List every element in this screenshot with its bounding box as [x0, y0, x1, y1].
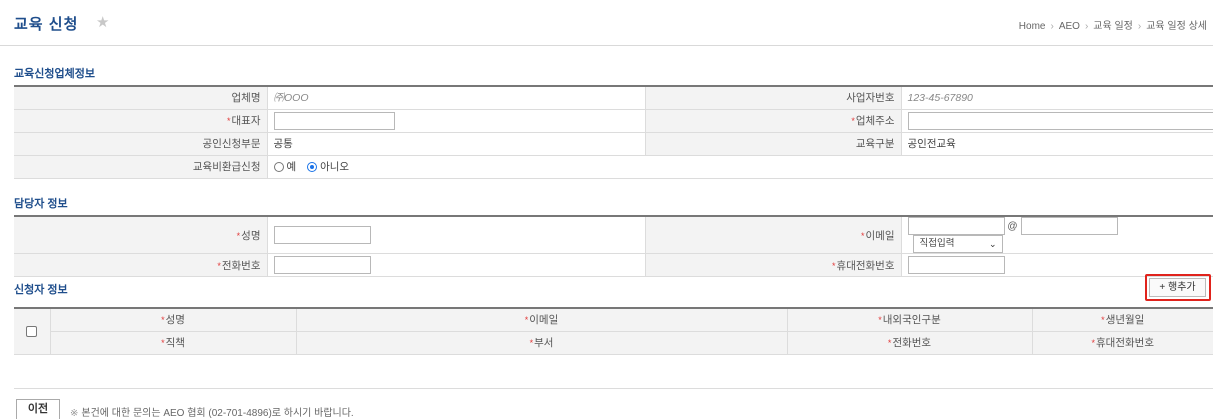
contact-info-table: *성명 *이메일 @직접입력 ⌄ *전화번호 *휴대전화번호 [14, 215, 1213, 277]
email-domain-select[interactable]: 직접입력 ⌄ [912, 235, 1003, 253]
email-id-input[interactable] [907, 217, 1005, 235]
refund-yes-radio[interactable] [273, 161, 284, 172]
notice-text: ※ 본건에 대한 문의는 AEO 협회 (02-701-4896)로 하시기 바랍… [70, 404, 354, 419]
edu-type-value: 공인전교육 [901, 132, 1213, 156]
table-header-row: *성명 *이메일 *내외국인구분 *생년월일 [14, 308, 1213, 355]
company-section-title: 교육신청업체정보 [14, 68, 95, 80]
required-mark: * [524, 315, 529, 326]
breadcrumb-aeo[interactable]: AEO [1059, 21, 1080, 32]
ceo-label: 대표자 [231, 115, 261, 127]
page-header: 교육 신청 ★ Home › AEO › 교육 일정 › 교육 일정 상세 [0, 0, 1213, 46]
table-row: 공인신청부문 공통 교육구분 공인전교육 [14, 132, 1213, 156]
required-mark: * [236, 230, 241, 241]
contact-mobile-input[interactable] [907, 256, 1005, 274]
select-all-checkbox[interactable] [26, 325, 38, 337]
prev-button[interactable]: 이전 [16, 399, 60, 419]
required-mark: * [217, 260, 221, 271]
required-mark: * [1101, 315, 1105, 326]
edu-type-label: 교육구분 [645, 132, 902, 156]
refund-no-radio[interactable] [307, 161, 318, 172]
refund-yes-label: 예 [286, 161, 297, 173]
required-mark: * [832, 260, 836, 271]
breadcrumb-schedule-detail: 교육 일정 상세 [1146, 21, 1207, 32]
contact-phone-label: 전화번호 [221, 259, 261, 272]
email-at-sign: @ [1007, 220, 1018, 232]
page-title: 교육 신청 [14, 16, 79, 33]
col-header-nationality: 내외국인구분 [882, 314, 941, 327]
address-input[interactable] [907, 111, 1213, 130]
required-mark: * [851, 116, 855, 126]
col-header-position: 직책 [165, 337, 185, 349]
email-domain-select-value: 직접입력 [919, 238, 955, 249]
chevron-down-icon: ⌄ [988, 239, 997, 249]
table-row: 교육비환급신청 예 아니오 [14, 155, 1213, 179]
required-mark: * [529, 338, 534, 348]
table-header-row: *직책 *부서 *전화번호 *휴대전화번호 [14, 331, 1213, 355]
contact-section-title: 담당자 정보 [14, 198, 68, 210]
biz-number-label: 사업자번호 [645, 86, 902, 110]
applicant-section-title: 신청자 정보 [14, 284, 68, 296]
breadcrumb: Home › AEO › 교육 일정 › 교육 일정 상세 [1019, 17, 1207, 32]
table-row: *대표자 *업체주소 [14, 109, 1213, 133]
col-header-mobile: 휴대전화번호 [1096, 337, 1154, 349]
table-row: 업체명 ㈜OOO 사업자번호 123-45-67890 [14, 86, 1213, 110]
add-row-button[interactable]: + 행추가 [1149, 278, 1206, 297]
company-name-value: ㈜OOO [273, 92, 309, 105]
chevron-right-icon: › [1084, 21, 1089, 32]
breadcrumb-schedule[interactable]: 교육 일정 [1093, 21, 1133, 32]
notice-message: 본건에 대한 문의는 AEO 협회 (02-701-4896)로 하시기 바랍니… [81, 408, 354, 419]
contact-mobile-label: 휴대전화번호 [836, 259, 895, 272]
required-mark: * [161, 338, 165, 348]
contact-name-label: 성명 [241, 229, 261, 242]
company-info-table: 업체명 ㈜OOO 사업자번호 123-45-67890 *대표자 *업체주소 공… [14, 85, 1213, 179]
col-header-email: 이메일 [529, 314, 559, 327]
ceo-input[interactable] [273, 111, 395, 130]
divider [14, 388, 1213, 389]
biz-number-value: 123-45-67890 [907, 91, 973, 104]
contact-name-input[interactable] [273, 226, 371, 244]
col-header-phone: 전화번호 [892, 337, 932, 349]
email-domain-input[interactable] [1020, 217, 1118, 235]
breadcrumb-home[interactable]: Home [1019, 21, 1046, 32]
required-mark: * [227, 116, 231, 126]
required-mark: * [1091, 338, 1096, 348]
chevron-right-icon: › [1050, 21, 1054, 32]
table-row: *성명 *이메일 @직접입력 ⌄ [14, 216, 1213, 254]
required-mark: * [887, 338, 892, 348]
table-row: *전화번호 *휴대전화번호 [14, 253, 1213, 277]
address-label: 업체주소 [855, 115, 895, 127]
refund-no-label: 아니오 [320, 161, 350, 173]
company-name-label: 업체명 [14, 86, 268, 110]
contact-phone-input[interactable] [273, 256, 371, 274]
cert-dept-value: 공통 [267, 132, 646, 156]
contact-email-label: 이메일 [865, 229, 895, 242]
chevron-right-icon: › [1137, 21, 1142, 32]
col-header-birthdate: 생년월일 [1105, 314, 1145, 327]
refund-label: 교육비환급신청 [14, 155, 268, 179]
star-icon[interactable]: ★ [96, 13, 109, 31]
required-mark: * [861, 230, 865, 241]
col-header-name: 성명 [165, 314, 185, 327]
col-header-department: 부서 [534, 337, 554, 349]
cert-dept-label: 공인신청부문 [14, 132, 268, 156]
applicant-table: *성명 *이메일 *내외국인구분 *생년월일 *직책 *부서 *전화번호 *휴대… [14, 307, 1213, 355]
required-mark: * [878, 315, 882, 326]
notice-mark: ※ [70, 408, 79, 419]
required-mark: * [161, 315, 165, 326]
